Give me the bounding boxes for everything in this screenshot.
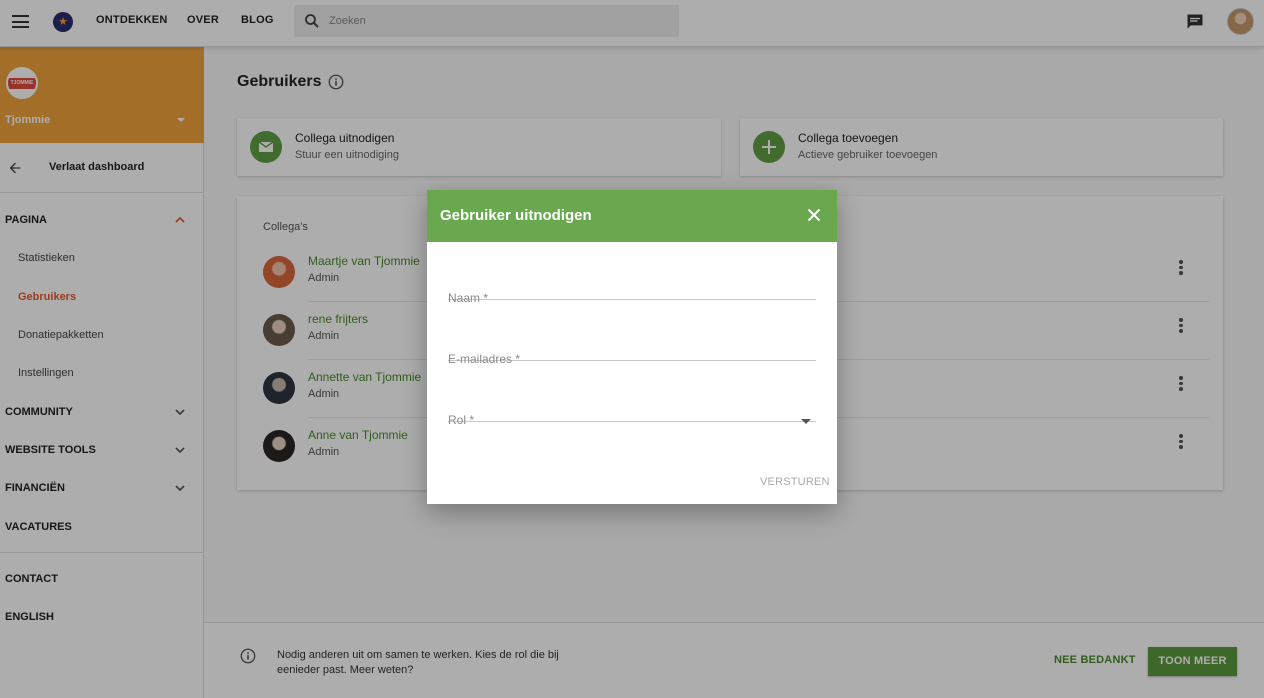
dialog-header: Gebruiker uitnodigen [427,190,837,242]
dropdown-arrow-icon [801,419,811,424]
role-select-label: Rol * [448,413,475,427]
close-icon[interactable] [807,208,821,222]
send-button[interactable]: VERSTUREN [760,476,830,488]
invite-user-dialog: Gebruiker uitnodigen Naam * E-mailadres … [427,190,837,504]
dialog-title: Gebruiker uitnodigen [440,207,592,224]
name-field[interactable]: Naam * [448,260,816,305]
email-field[interactable]: E-mailadres * [448,321,816,366]
email-field-label: E-mailadres * [448,352,521,366]
name-field-label: Naam * [448,291,489,305]
role-select[interactable]: Rol * [448,382,816,427]
